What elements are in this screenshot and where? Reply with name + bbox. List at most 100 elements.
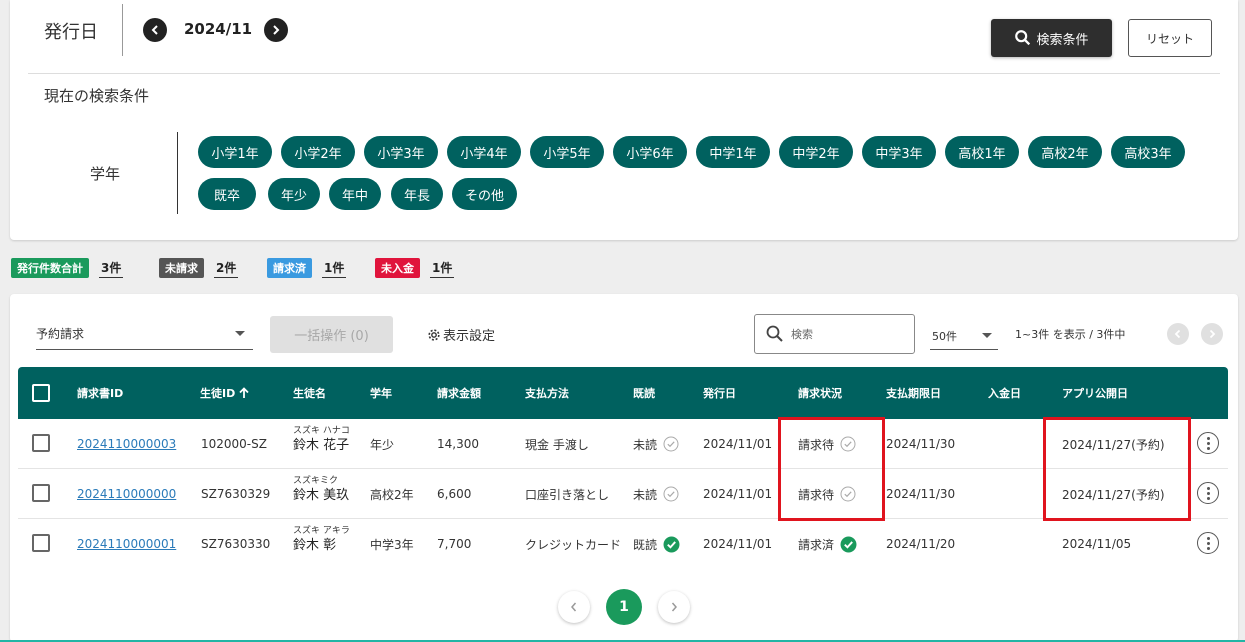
pagination-next-button[interactable] <box>658 591 690 623</box>
grade-chip[interactable]: 小学3年 <box>364 136 438 168</box>
search-conditions-button[interactable]: 検索条件 <box>991 19 1112 57</box>
grade-filter-label: 学年 <box>90 165 121 183</box>
invoice-id-link[interactable]: 2024110000001 <box>77 519 176 569</box>
unpaid-count[interactable]: 1件 <box>430 259 455 278</box>
bulk-action-button[interactable]: 一括操作 (0) <box>270 316 393 353</box>
student-name-kanji: 鈴木 美玖 <box>293 488 350 503</box>
issue-date: 2024/11/01 <box>703 487 773 501</box>
read-status-label: 既読 <box>633 537 658 552</box>
grade-chip[interactable]: 年少 <box>268 178 320 210</box>
read-status-label: 未読 <box>633 487 658 502</box>
column-grade[interactable]: 学年 <box>370 367 392 419</box>
grade-chip[interactable]: 中学2年 <box>779 136 853 168</box>
grade-chip[interactable]: 小学1年 <box>198 136 272 168</box>
grade-chip[interactable]: 小学6年 <box>613 136 687 168</box>
row-menu-button[interactable] <box>1197 432 1219 454</box>
billing-type-select[interactable]: 予約請求 <box>36 318 253 350</box>
chevron-right-icon <box>273 25 280 35</box>
issue-date-label: 発行日 <box>44 22 98 43</box>
column-due-date[interactable]: 支払期限日 <box>886 367 941 419</box>
grade-chip[interactable]: 高校1年 <box>945 136 1019 168</box>
prev-page-button[interactable] <box>1167 323 1189 345</box>
grade-chip[interactable]: 中学3年 <box>862 136 936 168</box>
summary-total: 発行件数合計 3件 <box>11 257 124 279</box>
due-date: 2024/11/20 <box>886 537 956 551</box>
pagination-page-button[interactable]: 1 <box>606 589 642 625</box>
per-page-value: 50件 <box>932 329 957 343</box>
total-count[interactable]: 3件 <box>99 259 124 278</box>
select-all-checkbox[interactable] <box>32 384 50 402</box>
column-issue-date[interactable]: 発行日 <box>703 367 736 419</box>
summary-billed: 請求済 1件 <box>267 257 347 279</box>
grade-chip[interactable]: 中学1年 <box>696 136 770 168</box>
column-app-publish-date[interactable]: アプリ公開日 <box>1062 367 1128 419</box>
amount: 14,300 <box>437 437 479 451</box>
invoice-list-panel: 予約請求 一括操作 (0) 表示設定 50件 1~3件 を表示 / 3件中 請求… <box>10 294 1238 642</box>
billing-status-label: 請求済 <box>798 537 835 552</box>
invoice-id-link[interactable]: 2024110000003 <box>77 419 176 469</box>
next-month-button[interactable] <box>264 18 288 42</box>
student-name: スズキミク 鈴木 美玖 <box>293 476 349 505</box>
student-name-kana: スズキミク <box>293 476 339 486</box>
next-page-button[interactable] <box>1201 323 1223 345</box>
pagination-prev-button[interactable] <box>558 591 590 623</box>
grade-chip[interactable]: 年長 <box>391 178 443 210</box>
row-menu-button[interactable] <box>1197 482 1219 504</box>
column-student-id[interactable]: 生徒ID <box>200 367 250 419</box>
grade-chip[interactable]: 小学2年 <box>281 136 355 168</box>
grade-chip[interactable]: 小学4年 <box>447 136 521 168</box>
total-badge: 発行件数合計 <box>11 258 89 278</box>
column-student-id-label: 生徒ID <box>200 387 236 400</box>
divider <box>122 4 123 56</box>
highlight-box-billing-status <box>778 417 885 521</box>
column-billing-status[interactable]: 請求状況 <box>798 367 842 419</box>
invoice-id-link[interactable]: 2024110000000 <box>77 469 176 519</box>
row-checkbox[interactable] <box>32 484 50 502</box>
column-payment-method[interactable]: 支払方法 <box>525 367 569 419</box>
read-status-label: 未読 <box>633 437 658 452</box>
table-row: 2024110000001 SZ7630330 スズキ アキラ 鈴木 彰 中学3… <box>18 519 1228 569</box>
billing-type-value: 予約請求 <box>36 327 85 341</box>
table-header: 請求書ID 生徒ID 生徒名 学年 請求金額 支払方法 既読 発行日 請求状況 … <box>18 367 1228 419</box>
column-payment-date[interactable]: 入金日 <box>988 367 1021 419</box>
chevron-left-icon <box>571 602 577 612</box>
column-amount[interactable]: 請求金額 <box>437 367 481 419</box>
check-circle-outline-icon <box>663 486 679 502</box>
student-id: SZ7630330 <box>201 537 271 551</box>
student-name: スズキ ハナコ 鈴木 花子 <box>293 426 350 455</box>
grade-chip[interactable]: 高校3年 <box>1111 136 1185 168</box>
unbilled-count[interactable]: 2件 <box>214 259 239 278</box>
student-name-kana: スズキ アキラ <box>293 526 350 536</box>
grade-chip[interactable]: 既卒 <box>198 178 256 210</box>
current-conditions-title: 現在の検索条件 <box>44 87 150 105</box>
grade-chip[interactable]: その他 <box>452 178 517 210</box>
display-settings-button[interactable]: 表示設定 <box>427 325 495 344</box>
billed-count[interactable]: 1件 <box>322 259 347 278</box>
prev-month-button[interactable] <box>143 18 167 42</box>
column-student-name[interactable]: 生徒名 <box>293 367 326 419</box>
column-invoice-id[interactable]: 請求書ID <box>77 367 123 419</box>
row-checkbox[interactable] <box>32 434 50 452</box>
per-page-select[interactable]: 50件 <box>930 322 998 350</box>
column-read[interactable]: 既読 <box>633 367 655 419</box>
read-status: 未読 <box>633 469 679 519</box>
highlight-box-app-publish-date <box>1043 417 1191 521</box>
grade-chip[interactable]: 小学5年 <box>530 136 604 168</box>
divider <box>28 73 1220 74</box>
summary-unpaid: 未入金 1件 <box>375 257 455 279</box>
grade-chip[interactable]: 高校2年 <box>1028 136 1102 168</box>
search-input[interactable] <box>791 327 901 341</box>
row-menu-button[interactable] <box>1197 532 1219 554</box>
check-circle-outline-icon <box>663 436 679 452</box>
app-publish-date: 2024/11/05 <box>1062 537 1132 551</box>
search-field[interactable] <box>754 314 915 354</box>
due-date: 2024/11/30 <box>886 487 956 501</box>
search-icon <box>1015 30 1031 46</box>
row-checkbox[interactable] <box>32 534 50 552</box>
reset-button[interactable]: リセット <box>1128 19 1212 57</box>
grade-chip[interactable]: 年中 <box>329 178 381 210</box>
grade: 年少 <box>370 437 395 452</box>
gear-icon <box>428 328 440 341</box>
check-circle-filled-icon <box>840 536 857 552</box>
issue-date: 2024/11/01 <box>703 437 773 451</box>
